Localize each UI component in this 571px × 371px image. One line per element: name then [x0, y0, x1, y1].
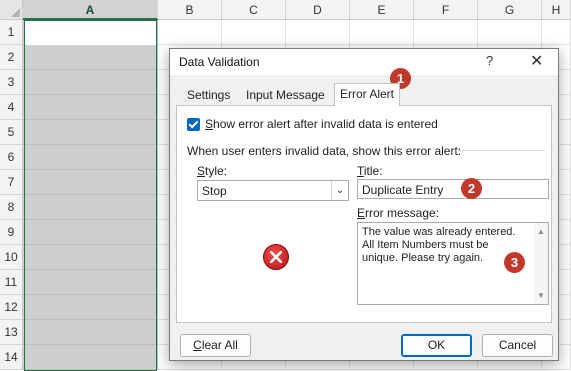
- cell-a2[interactable]: [23, 45, 158, 70]
- cell-a7[interactable]: [23, 170, 158, 195]
- cell-g1[interactable]: [478, 20, 542, 45]
- row-header-5[interactable]: 5: [0, 120, 23, 145]
- column-header-d[interactable]: D: [286, 0, 350, 20]
- row-header-13[interactable]: 13: [0, 320, 23, 345]
- show-alert-label[interactable]: Show error alert after invalid data is e…: [205, 117, 438, 131]
- data-validation-dialog: Data Validation ? ✕ Settings Input Messa…: [169, 48, 559, 361]
- stop-error-icon: [263, 244, 289, 270]
- row-header-11[interactable]: 11: [0, 270, 23, 295]
- scroll-down-icon[interactable]: ▼: [537, 291, 545, 300]
- clear-all-button[interactable]: Clear All: [180, 334, 251, 357]
- textarea-scrollbar[interactable]: ▲ ▼: [534, 223, 548, 304]
- row-header-6[interactable]: 6: [0, 145, 23, 170]
- cell-a14[interactable]: [23, 345, 158, 370]
- cell-a13[interactable]: [23, 320, 158, 345]
- style-value: Stop: [202, 184, 227, 198]
- row-header-10[interactable]: 10: [0, 245, 23, 270]
- column-header-a[interactable]: A: [23, 0, 158, 20]
- chevron-down-icon[interactable]: ⌄: [331, 181, 348, 200]
- row-header-3[interactable]: 3: [0, 70, 23, 95]
- row-header-8[interactable]: 8: [0, 195, 23, 220]
- group-divider: [456, 150, 545, 151]
- cell-d1[interactable]: [286, 20, 350, 45]
- style-label: Style:: [197, 164, 228, 178]
- cell-b1[interactable]: [158, 20, 222, 45]
- cell-a6[interactable]: [23, 145, 158, 170]
- cell-a9[interactable]: [23, 220, 158, 245]
- row-header-2[interactable]: 2: [0, 45, 23, 70]
- cell-a1[interactable]: [25, 21, 156, 45]
- cell-a10[interactable]: [23, 245, 158, 270]
- show-alert-checkbox[interactable]: [187, 118, 200, 131]
- dialog-titlebar[interactable]: Data Validation ? ✕: [170, 49, 558, 75]
- cell-h1[interactable]: [542, 20, 571, 45]
- cell-a8[interactable]: [23, 195, 158, 220]
- row-header-4[interactable]: 4: [0, 95, 23, 120]
- row-header-12[interactable]: 12: [0, 295, 23, 320]
- cancel-button[interactable]: Cancel: [482, 334, 553, 357]
- title-label: Title:: [357, 164, 383, 178]
- row-header-1[interactable]: 1: [0, 20, 23, 45]
- column-header-g[interactable]: G: [478, 0, 542, 20]
- column-header-f[interactable]: F: [414, 0, 478, 20]
- callout-badge-3: 3: [504, 252, 525, 273]
- tab-strip: Settings Input Message Error Alert: [176, 83, 552, 106]
- help-icon[interactable]: ?: [486, 53, 493, 68]
- ok-button[interactable]: OK: [401, 334, 472, 357]
- tab-settings[interactable]: Settings: [182, 85, 235, 105]
- cell-a12[interactable]: [23, 295, 158, 320]
- column-header-h[interactable]: H: [542, 0, 571, 20]
- dialog-title: Data Validation: [179, 55, 260, 69]
- cell-a11[interactable]: [23, 270, 158, 295]
- tab-input-message[interactable]: Input Message: [241, 85, 330, 105]
- cell-e1[interactable]: [350, 20, 414, 45]
- tab-error-alert[interactable]: Error Alert: [334, 83, 401, 106]
- title-value: Duplicate Entry: [362, 183, 444, 197]
- cell-a3[interactable]: [23, 70, 158, 95]
- column-header-b[interactable]: B: [158, 0, 222, 20]
- error-message-label: Error message:: [357, 206, 440, 220]
- select-all-corner[interactable]: [0, 0, 23, 20]
- group-label: When user enters invalid data, show this…: [187, 144, 462, 158]
- column-header-e[interactable]: E: [350, 0, 414, 20]
- close-icon[interactable]: ✕: [530, 51, 543, 71]
- cell-a4[interactable]: [23, 95, 158, 120]
- cell-f1[interactable]: [414, 20, 478, 45]
- row-header-14[interactable]: 14: [0, 345, 23, 370]
- error-alert-panel: Show error alert after invalid data is e…: [176, 105, 552, 323]
- column-header-c[interactable]: C: [222, 0, 286, 20]
- title-input[interactable]: Duplicate Entry: [357, 179, 549, 199]
- row-header-9[interactable]: 9: [0, 220, 23, 245]
- cell-c1[interactable]: [222, 20, 286, 45]
- scroll-up-icon[interactable]: ▲: [537, 227, 545, 236]
- style-select[interactable]: Stop ⌄: [197, 180, 349, 201]
- callout-badge-2: 2: [461, 178, 482, 199]
- cell-a5[interactable]: [23, 120, 158, 145]
- row-header-7[interactable]: 7: [0, 170, 23, 195]
